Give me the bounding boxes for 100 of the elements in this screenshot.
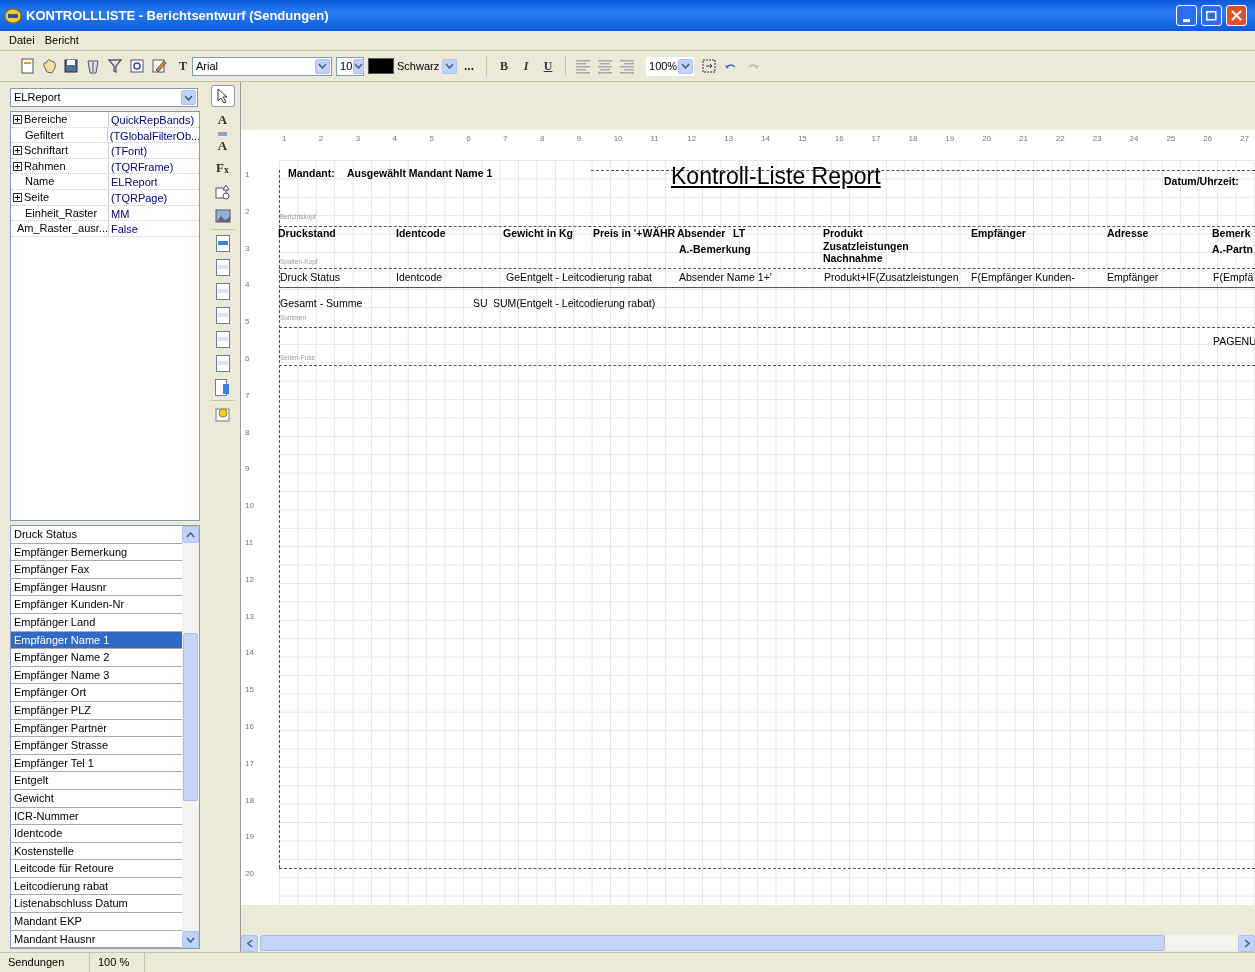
report-field[interactable]: Produkt+IF(Zusatzleistungen — [824, 272, 959, 284]
report-label[interactable]: Ausgewählt Mandant Name 1 — [347, 168, 493, 180]
bold-button[interactable]: B — [493, 55, 515, 77]
expand-icon[interactable] — [13, 161, 22, 171]
scroll-up-button[interactable] — [182, 526, 199, 543]
report-label[interactable]: A.-Bemerkung — [679, 244, 751, 256]
scroll-left-button[interactable] — [241, 935, 258, 952]
report-label[interactable]: Druckstand — [278, 228, 336, 240]
field-list-item[interactable]: Empfänger Name 2 — [11, 649, 182, 667]
report-field[interactable]: Entgelt - Leitcodierung rabat — [520, 272, 652, 284]
field-list-item[interactable]: Leitcode für Retoure — [11, 860, 182, 878]
font-size-dropdown[interactable]: 10 — [336, 56, 364, 76]
field-list-item[interactable]: Empfänger Partner — [11, 719, 182, 738]
field-list-item[interactable]: Empfänger Ort — [11, 684, 182, 702]
field-list-item[interactable]: Entgelt — [11, 772, 182, 790]
field-list-item[interactable]: Leitcodierung rabat — [11, 877, 182, 896]
expand-icon[interactable] — [13, 192, 22, 202]
scrollbar[interactable] — [182, 526, 199, 948]
scroll-right-button[interactable] — [1238, 935, 1255, 952]
report-label[interactable]: A.-Partn — [1212, 244, 1253, 256]
report-field[interactable]: Empfänger — [1107, 272, 1159, 284]
ruler-number: 7 — [245, 389, 250, 402]
report-field[interactable]: Absender Name 1+' — [679, 272, 772, 284]
property-value[interactable]: (TQRFrame) — [109, 158, 174, 174]
tool-button[interactable]: A — [210, 133, 235, 155]
color-dropdown[interactable]: Schwarz — [394, 56, 458, 76]
object-dropdown[interactable]: ELReport — [10, 88, 198, 107]
ruler-number: 16 — [245, 721, 254, 733]
scroll-down-button[interactable] — [182, 931, 199, 948]
report-label[interactable]: Zusatzleistungen — [823, 241, 909, 253]
field-list-item[interactable]: Empfänger Tel 1 — [11, 754, 182, 773]
report-label[interactable]: Gewicht in Kg — [503, 228, 573, 240]
report-field[interactable]: Identcode — [396, 272, 443, 284]
report-title[interactable]: Kontroll-Liste Report — [671, 164, 881, 190]
property-value[interactable]: QuickRepBands) — [109, 112, 195, 127]
menu-item[interactable]: Bericht — [39, 32, 84, 49]
property-value[interactable]: (TGlobalFilterOb... — [107, 127, 199, 143]
report-label[interactable]: Adresse — [1107, 228, 1149, 240]
ruler-number: 11 — [650, 133, 659, 145]
property-value[interactable]: ELReport — [109, 174, 158, 189]
minimize-button[interactable] — [1176, 5, 1197, 26]
field-list-item[interactable]: Listenabschluss Datum — [11, 895, 182, 914]
field-list-item[interactable]: Empfänger Strasse — [11, 737, 182, 755]
close-icon — [1231, 10, 1242, 21]
report-label[interactable]: Datum/Uhrzeit: — [1164, 176, 1239, 188]
close-button[interactable] — [1226, 5, 1247, 26]
expand-icon[interactable] — [13, 146, 22, 155]
tool-button[interactable]: A — [210, 109, 235, 131]
ruler-number: 24 — [1129, 133, 1139, 145]
report-field[interactable]: Ge — [506, 272, 520, 284]
ruler-number: 12 — [687, 133, 697, 145]
property-value[interactable]: (TQRPage) — [109, 189, 168, 205]
property-value[interactable]: False — [109, 221, 138, 236]
report-field[interactable]: SU — [473, 298, 488, 310]
field-list-item[interactable]: Empfänger Fax — [11, 561, 182, 579]
report-field[interactable]: SUM(Entgelt - Leitcodierung rabat) — [493, 298, 656, 310]
property-value[interactable]: MM — [109, 205, 130, 221]
report-field[interactable]: Druck Status — [280, 272, 341, 284]
field-list-item[interactable]: Empfänger Name 3 — [11, 666, 182, 685]
maximize-button[interactable] — [1201, 5, 1222, 26]
report-label[interactable]: LT — [733, 228, 746, 240]
field-list-item[interactable]: Mandant Hausnr — [11, 930, 182, 949]
font-dropdown[interactable]: Arial — [192, 56, 332, 76]
report-label[interactable]: Preis in '+WÄHR — [593, 228, 676, 240]
tool-button[interactable]: F$_{x}$ — [210, 157, 235, 179]
report-label[interactable]: Nachnahme — [823, 253, 883, 265]
field-list-item[interactable]: ICR-Nummer — [11, 807, 182, 826]
report-field[interactable]: Gesamt - Summe — [280, 298, 363, 310]
report-field[interactable]: F(Empfä — [1213, 272, 1254, 284]
menu-item[interactable]: Datei — [4, 32, 40, 49]
field-list-item[interactable]: Identcode — [11, 825, 182, 843]
field-list-item[interactable]: Mandant EKP — [11, 913, 182, 931]
field-list-item[interactable]: Empfänger Kunden-Nr — [11, 596, 182, 614]
zoom-dropdown[interactable]: 100% — [646, 56, 694, 76]
property-value[interactable]: (TFont) — [109, 143, 148, 158]
field-list-item[interactable]: Druck Status — [11, 526, 182, 544]
field-list-item[interactable]: Kostenstelle — [11, 842, 182, 861]
scroll-thumb[interactable] — [183, 633, 198, 801]
report-field[interactable]: F(Empfänger Kunden- — [971, 272, 1075, 284]
ruler-number: 14 — [245, 647, 254, 660]
italic-button[interactable]: I — [515, 55, 537, 77]
report-label[interactable]: Mandant: — [288, 168, 335, 180]
report-label[interactable]: Produkt — [823, 228, 863, 240]
report-label[interactable]: Absender — [677, 228, 726, 240]
property-name: Seite — [24, 190, 50, 205]
report-field[interactable]: PAGENU — [1213, 336, 1255, 348]
tool-button[interactable] — [210, 85, 235, 107]
underline-button[interactable]: U — [537, 55, 559, 77]
more-button[interactable]: ... — [458, 55, 480, 77]
field-list-item[interactable]: Gewicht — [11, 789, 182, 808]
report-label[interactable]: Empfänger — [971, 228, 1026, 240]
ruler-number: 19 — [945, 133, 955, 145]
field-list-item[interactable]: Empfänger PLZ — [11, 701, 182, 720]
report-label[interactable]: Bemerk — [1212, 228, 1251, 240]
field-list-item[interactable]: Empfänger Bemerkung — [11, 543, 182, 562]
field-list-item[interactable]: Empfänger Hausnr — [11, 578, 182, 597]
expand-icon[interactable] — [13, 114, 22, 124]
color-swatch[interactable] — [368, 58, 394, 74]
report-label[interactable]: Identcode — [396, 228, 446, 240]
field-list-item[interactable]: Empfänger Land — [11, 613, 182, 632]
